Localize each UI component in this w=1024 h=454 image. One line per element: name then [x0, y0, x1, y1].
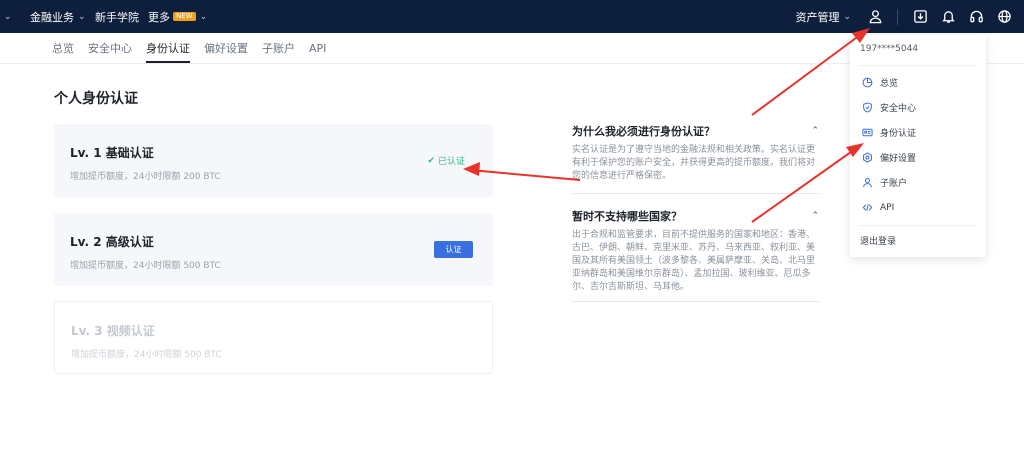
pie-icon — [861, 77, 873, 89]
verified-status: ✔ 已认证 — [427, 154, 465, 168]
card-description: 增加提币额度，24小时限额 200 BTC — [70, 172, 221, 182]
dropdown-item-label: 子账户 — [880, 179, 908, 189]
card-description: 增加提币额度，24小时限额 500 BTC — [70, 261, 221, 271]
dropdown-item-overview[interactable]: 总览 — [850, 70, 986, 95]
verification-card-lv1: Lv. 1 基础认证 增加提币额度，24小时限额 200 BTC ✔ 已认证 — [54, 124, 493, 197]
check-icon: ✔ — [427, 155, 435, 166]
dropdown-item-label: API — [880, 202, 895, 213]
user-dropdown-menu: 197****5044 总览 安全中心 身份认证 偏好设置 子账户 API 退出… — [850, 35, 986, 257]
card-level-title: Lv. 2 高级认证 — [70, 235, 154, 249]
card-description: 增加提币额度，24小时限额 500 BTC — [71, 350, 222, 360]
faq-divider — [572, 301, 819, 302]
card-level-title: Lv. 1 基础认证 — [70, 146, 154, 160]
menu-chevron-icon[interactable]: ⌄ — [4, 0, 12, 33]
nav-finance-label: 金融业务 — [30, 10, 74, 24]
faq-question-text: 为什么我必须进行身份认证？ — [572, 125, 715, 138]
tab-overview[interactable]: 总览 — [52, 33, 74, 63]
top-navigation-bar: ⌄ 金融业务 ⌄ 新手学院 更多 NEW ⌄ 资产管理 ⌄ — [0, 0, 1024, 33]
dropdown-item-preferences[interactable]: 偏好设置 — [850, 145, 986, 170]
asset-management-menu[interactable]: 资产管理 ⌄ — [795, 0, 851, 33]
chevron-down-icon: ⌄ — [78, 11, 86, 22]
dropdown-item-label: 总览 — [880, 79, 899, 89]
dropdown-item-api[interactable]: API — [850, 195, 986, 220]
dropdown-item-sub-account[interactable]: 子账户 — [850, 170, 986, 195]
faq-question-text: 暂时不支持哪些国家？ — [572, 210, 682, 223]
dropdown-item-label: 身份认证 — [880, 129, 917, 139]
faq-question[interactable]: 暂时不支持哪些国家？ ⌃ — [572, 208, 819, 224]
chevron-up-icon: ⌃ — [811, 211, 819, 221]
chevron-up-icon: ⌃ — [811, 126, 819, 136]
tab-preferences[interactable]: 偏好设置 — [204, 33, 248, 63]
nav-academy-label: 新手学院 — [95, 10, 139, 24]
dropdown-item-security[interactable]: 安全中心 — [850, 95, 986, 120]
dropdown-item-identity[interactable]: 身份认证 — [850, 120, 986, 145]
nav-academy[interactable]: 新手学院 — [95, 0, 139, 33]
user-icon[interactable] — [861, 0, 889, 33]
shield-icon — [861, 102, 873, 114]
code-icon — [861, 202, 873, 214]
topbar-right-group: 资产管理 ⌄ — [795, 0, 1024, 33]
account-subnav: 总览 安全中心 身份认证 偏好设置 子账户 API — [52, 33, 340, 63]
page-title: 个人身份认证 — [54, 91, 138, 107]
faq-answer: 出于合规和监管要求，目前不提供服务的国家和地区：香港、古巴、伊朗、朝鲜、克里米亚… — [572, 230, 816, 292]
user-icon — [861, 177, 873, 189]
tab-api[interactable]: API — [309, 33, 326, 63]
faq-item-unsupported-countries: 暂时不支持哪些国家？ ⌃ 出于合规和监管要求，目前不提供服务的国家和地区：香港、… — [572, 208, 819, 294]
logout-link[interactable]: 退出登录 — [850, 226, 986, 255]
bell-icon[interactable] — [934, 0, 962, 33]
nav-more-label: 更多 — [148, 10, 170, 24]
tab-sub-account[interactable]: 子账户 — [262, 33, 295, 63]
dropdown-item-label: 安全中心 — [880, 104, 917, 114]
tab-security-center[interactable]: 安全中心 — [88, 33, 132, 63]
new-badge: NEW — [173, 12, 196, 21]
asset-management-label: 资产管理 — [795, 10, 840, 24]
verification-card-lv3: Lv. 3 视频认证 增加提币额度，24小时限额 500 BTC — [54, 301, 493, 374]
chevron-down-icon: ⌄ — [843, 11, 851, 22]
chevron-down-icon: ⌄ — [199, 11, 208, 22]
faq-item-why-verify: 为什么我必须进行身份认证？ ⌃ 实名认证是为了遵守当地的金融法规和相关政策。实名… — [572, 123, 819, 183]
dropdown-item-label: 偏好设置 — [880, 154, 917, 164]
verify-button[interactable]: 认证 — [434, 241, 473, 258]
id-card-icon — [861, 127, 873, 139]
verified-label: 已认证 — [437, 157, 465, 167]
faq-divider — [572, 193, 819, 194]
verification-card-lv2: Lv. 2 高级认证 增加提币额度，24小时限额 500 BTC 认证 — [54, 213, 493, 286]
nav-more[interactable]: 更多 NEW ⌄ — [148, 0, 207, 33]
card-level-title: Lv. 3 视频认证 — [71, 324, 155, 338]
download-icon[interactable] — [906, 0, 934, 33]
nav-finance[interactable]: 金融业务 ⌄ — [30, 0, 86, 33]
globe-icon[interactable] — [990, 0, 1018, 33]
faq-question[interactable]: 为什么我必须进行身份认证？ ⌃ — [572, 123, 819, 139]
headset-icon[interactable] — [962, 0, 990, 33]
settings-icon — [861, 152, 873, 164]
tab-identity-verification[interactable]: 身份认证 — [146, 33, 190, 63]
topbar-separator — [897, 8, 898, 25]
arrow-to-user-icon — [751, 31, 865, 116]
faq-answer: 实名认证是为了遵守当地的金融法规和相关政策。实名认证更有利于保护您的账户安全，并… — [572, 145, 816, 181]
account-id: 197****5044 — [860, 44, 919, 54]
